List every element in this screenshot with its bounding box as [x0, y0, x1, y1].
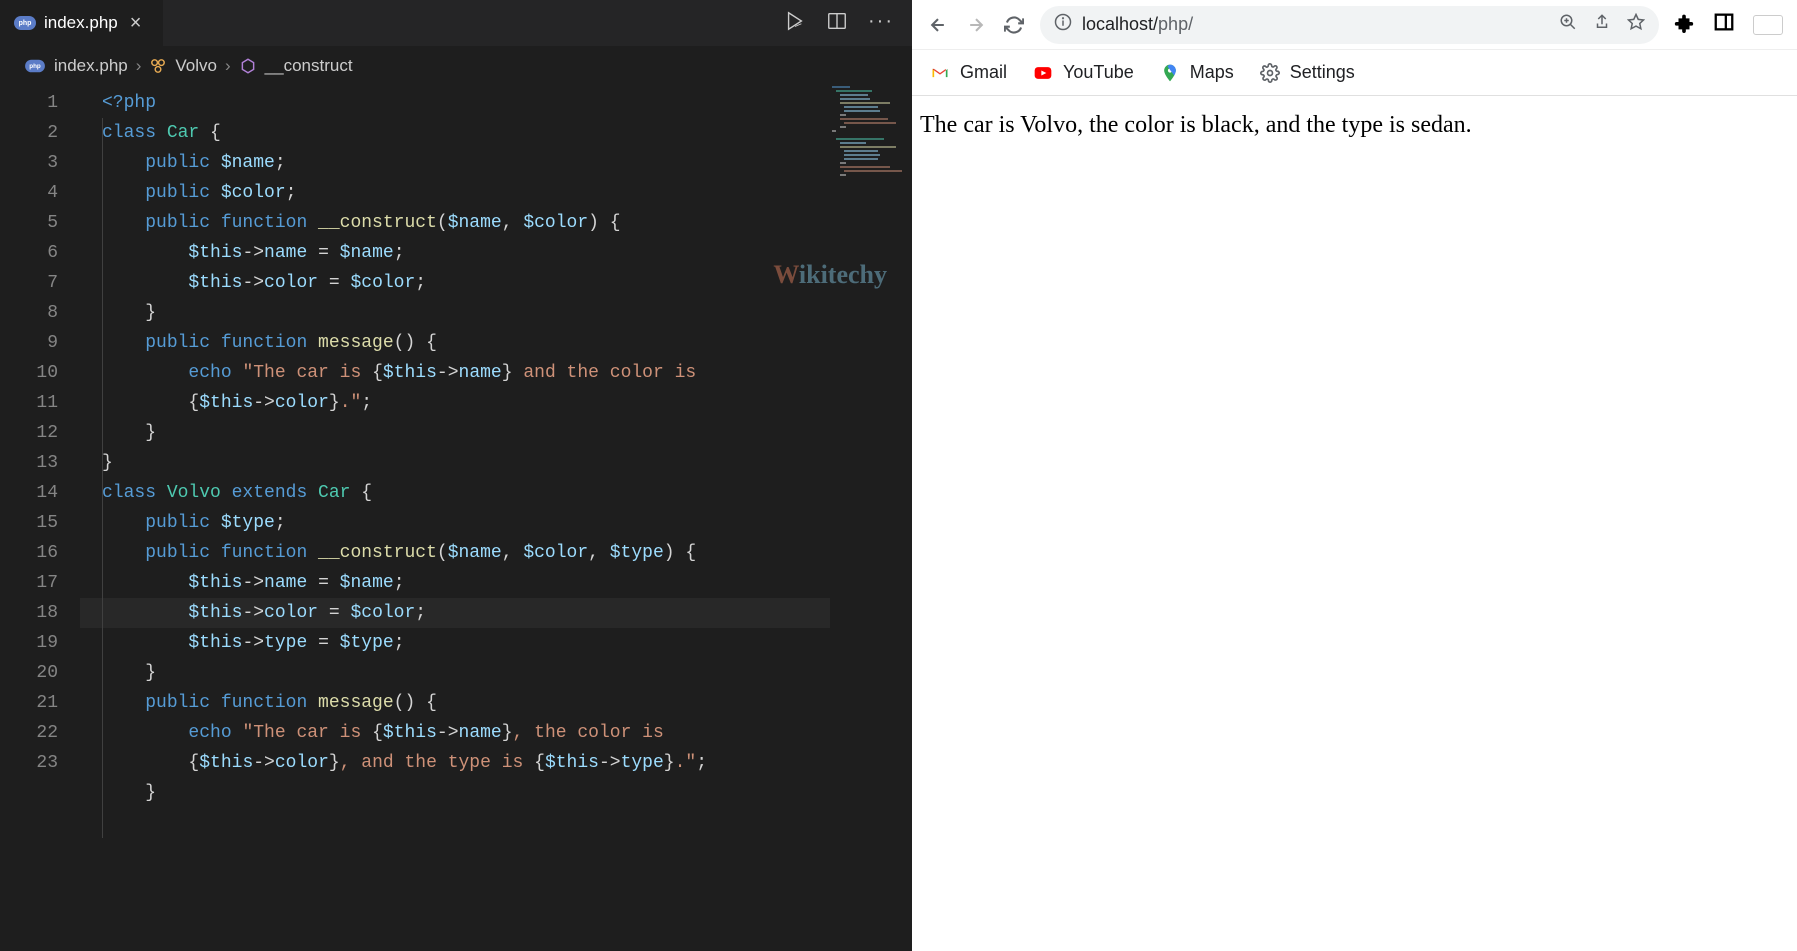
- browser-toolbar: localhost/php/: [912, 0, 1797, 50]
- bookmark-label: Gmail: [960, 62, 1007, 83]
- crumb-method[interactable]: __construct: [265, 56, 353, 76]
- tab-label: index.php: [44, 13, 118, 33]
- zoom-icon[interactable]: [1559, 13, 1577, 36]
- bookmark-youtube[interactable]: YouTube: [1033, 62, 1134, 83]
- code-area[interactable]: 1234567891011121314151617181920212223 <?…: [0, 86, 912, 951]
- star-icon[interactable]: [1627, 13, 1645, 36]
- url-text: localhost/php/: [1082, 14, 1193, 35]
- youtube-icon: [1033, 63, 1053, 83]
- page-output: The car is Volvo, the color is black, an…: [920, 112, 1472, 138]
- watermark: Wikitechy: [773, 260, 887, 290]
- chevron-right-icon: ›: [136, 56, 142, 76]
- bookmark-label: Settings: [1290, 62, 1355, 83]
- breadcrumbs: php index.php › Volvo › __construct: [0, 46, 912, 86]
- chevron-right-icon: ›: [225, 56, 231, 76]
- bookmark-label: Maps: [1190, 62, 1234, 83]
- split-icon[interactable]: [826, 10, 848, 37]
- editor-pane: php index.php × ··· php index.php › Volv…: [0, 0, 912, 951]
- browser-content: The car is Volvo, the color is black, an…: [912, 96, 1797, 951]
- bookmark-gmail[interactable]: Gmail: [930, 62, 1007, 83]
- method-icon: [239, 57, 257, 75]
- reload-icon[interactable]: [1002, 15, 1026, 35]
- bookmarks-bar: Gmail YouTube Maps Settings: [912, 50, 1797, 96]
- panel-icon[interactable]: [1713, 11, 1735, 38]
- gear-icon: [1260, 63, 1280, 83]
- tab-bar: php index.php × ···: [0, 0, 912, 46]
- info-icon[interactable]: [1054, 13, 1072, 36]
- more-icon[interactable]: ···: [868, 10, 894, 37]
- bookmark-maps[interactable]: Maps: [1160, 62, 1234, 83]
- bookmark-settings[interactable]: Settings: [1260, 62, 1355, 83]
- forward-icon[interactable]: [964, 15, 988, 35]
- close-icon[interactable]: ×: [126, 12, 146, 35]
- tab-index-php[interactable]: php index.php ×: [0, 0, 164, 46]
- extensions-icon[interactable]: [1673, 11, 1695, 38]
- crumb-file[interactable]: index.php: [54, 56, 128, 76]
- run-icon[interactable]: [784, 10, 806, 37]
- gutter: 1234567891011121314151617181920212223: [0, 86, 80, 951]
- profile-icon[interactable]: [1753, 15, 1783, 35]
- php-icon: php: [14, 16, 36, 30]
- gmail-icon: [930, 63, 950, 83]
- php-icon: php: [25, 60, 45, 73]
- share-icon[interactable]: [1593, 13, 1611, 36]
- back-icon[interactable]: [926, 15, 950, 35]
- bookmark-label: YouTube: [1063, 62, 1134, 83]
- maps-icon: [1160, 63, 1180, 83]
- class-icon: [149, 57, 167, 75]
- tab-actions: ···: [784, 10, 912, 37]
- browser-pane: localhost/php/ Gmail YouTube Maps: [912, 0, 1797, 951]
- code-content[interactable]: <?phpclass Car { public $name; public $c…: [80, 86, 912, 951]
- crumb-class[interactable]: Volvo: [175, 56, 217, 76]
- address-bar[interactable]: localhost/php/: [1040, 6, 1659, 44]
